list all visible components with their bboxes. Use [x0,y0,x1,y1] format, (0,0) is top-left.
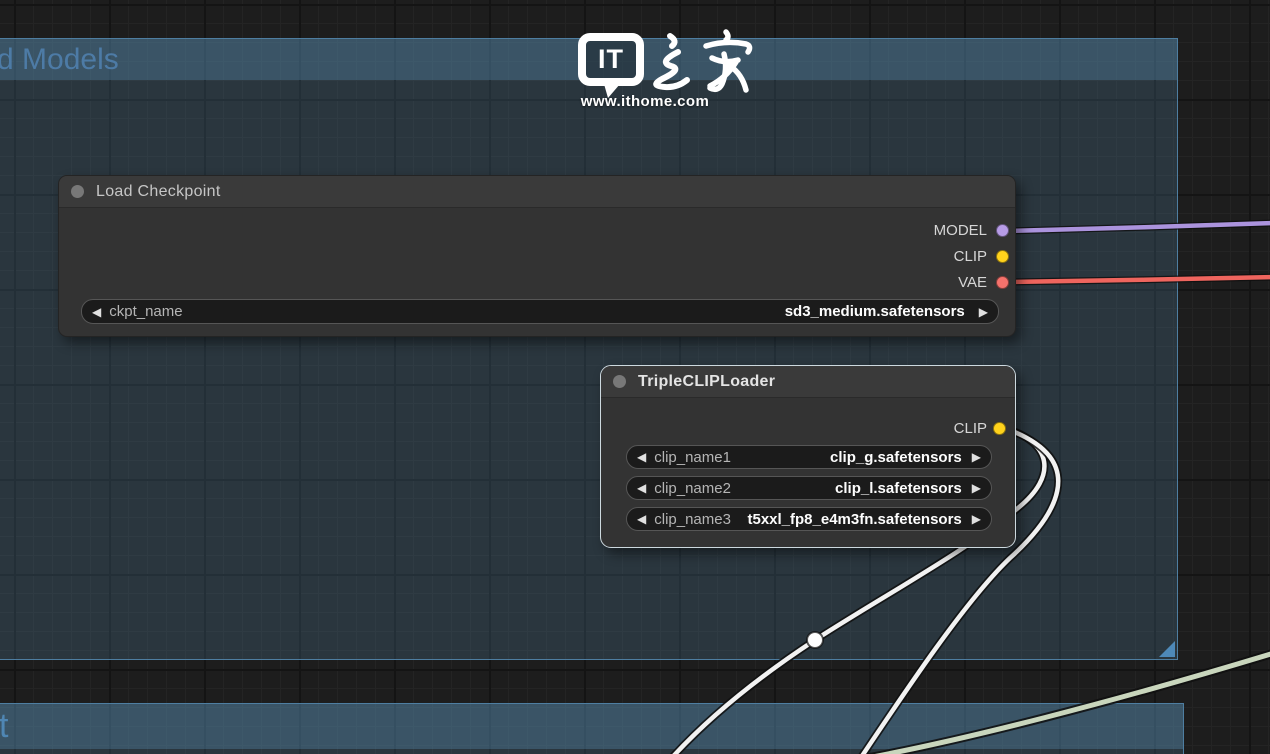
increment-arrow-icon[interactable]: ▶ [972,451,981,463]
increment-arrow-icon[interactable]: ▶ [979,306,988,318]
clip-name1-widget[interactable]: ◀ clip_name1 clip_g.safetensors ▶ [626,445,992,469]
widget-value: clip_l.safetensors [835,480,962,497]
decrement-arrow-icon[interactable]: ◀ [92,306,101,318]
output-label: MODEL [934,222,987,239]
clip-name3-widget[interactable]: ◀ clip_name3 t5xxl_fp8_e4m3fn.safetensor… [626,507,992,531]
outputs: CLIP [601,416,1015,442]
output-row-clip: CLIP [59,244,1015,270]
clip-port-icon[interactable] [996,250,1009,263]
ithome-url: www.ithome.com [560,93,730,110]
decrement-arrow-icon[interactable]: ◀ [637,513,646,525]
widget-label: clip_name1 [654,449,731,466]
link-midpoint-dot[interactable] [807,632,823,648]
output-label: CLIP [954,420,987,437]
ithome-cjk-glyphs [648,28,758,98]
output-label: VAE [958,274,987,291]
increment-arrow-icon[interactable]: ▶ [972,482,981,494]
offscreen-link [845,650,1270,754]
node-header[interactable]: TripleCLIPLoader [601,366,1015,398]
node-graph-canvas[interactable]: d Models t Load Checkpoint [0,0,1270,754]
output-label: CLIP [954,248,987,265]
node-title: TripleCLIPLoader [638,373,775,391]
outputs: MODEL CLIP VAE [59,218,1015,296]
output-row-clip: CLIP [601,416,1015,442]
collapse-dot-icon[interactable] [71,185,84,198]
node-load-checkpoint[interactable]: Load Checkpoint MODEL CLIP VAE ◀ ckpt_na… [58,175,1016,337]
offscreen-link-outline [845,650,1270,754]
widget-value: sd3_medium.safetensors [785,303,965,320]
output-row-vae: VAE [59,270,1015,296]
clip-name2-widget[interactable]: ◀ clip_name2 clip_l.safetensors ▶ [626,476,992,500]
collapse-dot-icon[interactable] [613,375,626,388]
decrement-arrow-icon[interactable]: ◀ [637,482,646,494]
output-row-model: MODEL [59,218,1015,244]
decrement-arrow-icon[interactable]: ◀ [637,451,646,463]
node-title: Load Checkpoint [96,183,221,201]
widget-label: clip_name2 [654,480,731,497]
widget-label: clip_name3 [654,511,731,528]
node-header[interactable]: Load Checkpoint [59,176,1015,208]
ithome-logo-icon: IT [578,33,644,86]
widget-label: ckpt_name [109,303,182,320]
vae-port-icon[interactable] [996,276,1009,289]
model-port-icon[interactable] [996,224,1009,237]
node-triple-clip-loader[interactable]: TripleCLIPLoader CLIP ◀ clip_name1 clip_… [600,365,1016,548]
increment-arrow-icon[interactable]: ▶ [972,513,981,525]
clip-port-icon[interactable] [993,422,1006,435]
ithome-watermark: IT www.ithome.com [560,26,760,118]
widget-value: t5xxl_fp8_e4m3fn.safetensors [747,511,961,528]
widget-value: clip_g.safetensors [830,449,962,466]
ckpt-name-widget[interactable]: ◀ ckpt_name sd3_medium.safetensors ▶ [81,299,999,324]
ithome-logo-text: IT [598,44,624,75]
